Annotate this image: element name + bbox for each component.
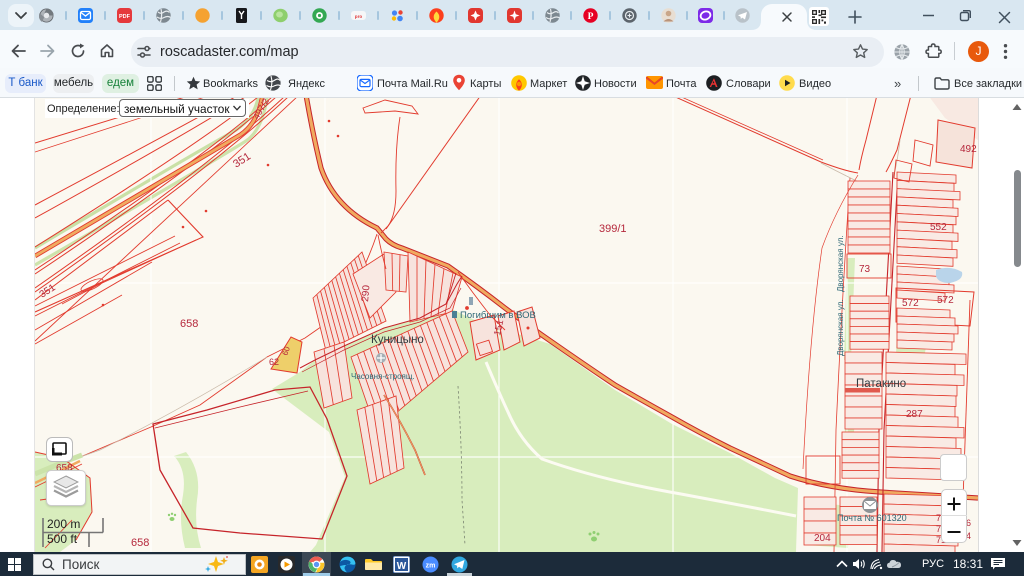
svg-text:pro: pro <box>354 14 362 19</box>
svg-text:Патакино: Патакино <box>856 378 906 390</box>
svg-text:287: 287 <box>906 409 923 420</box>
svg-text:Дворянская ул.: Дворянская ул. <box>836 235 845 292</box>
svg-text:658: 658 <box>131 537 149 549</box>
svg-text:W: W <box>397 561 407 572</box>
svg-text:399/1: 399/1 <box>599 223 627 235</box>
svg-text:zm: zm <box>426 563 436 570</box>
svg-text:552: 552 <box>930 222 947 233</box>
svg-text:Погибшим в ВОВ: Погибшим в ВОВ <box>460 310 536 321</box>
svg-text:290: 290 <box>360 284 372 302</box>
svg-text:204: 204 <box>814 533 831 544</box>
svg-text:572: 572 <box>937 295 954 306</box>
svg-text:73: 73 <box>859 264 871 275</box>
svg-text:P: P <box>587 12 593 22</box>
svg-text:62: 62 <box>269 357 279 367</box>
svg-text:Куницыно: Куницыно <box>371 334 424 346</box>
svg-text:572: 572 <box>902 298 919 309</box>
svg-text:658: 658 <box>180 318 198 330</box>
svg-text:Дворянская ул.: Дворянская ул. <box>836 299 845 356</box>
svg-text:PDF: PDF <box>119 14 131 20</box>
svg-text:492: 492 <box>960 144 977 155</box>
svg-text:Почта № 601320: Почта № 601320 <box>837 513 907 523</box>
svg-text:Часовня-строящ.: Часовня-строящ. <box>351 372 415 381</box>
